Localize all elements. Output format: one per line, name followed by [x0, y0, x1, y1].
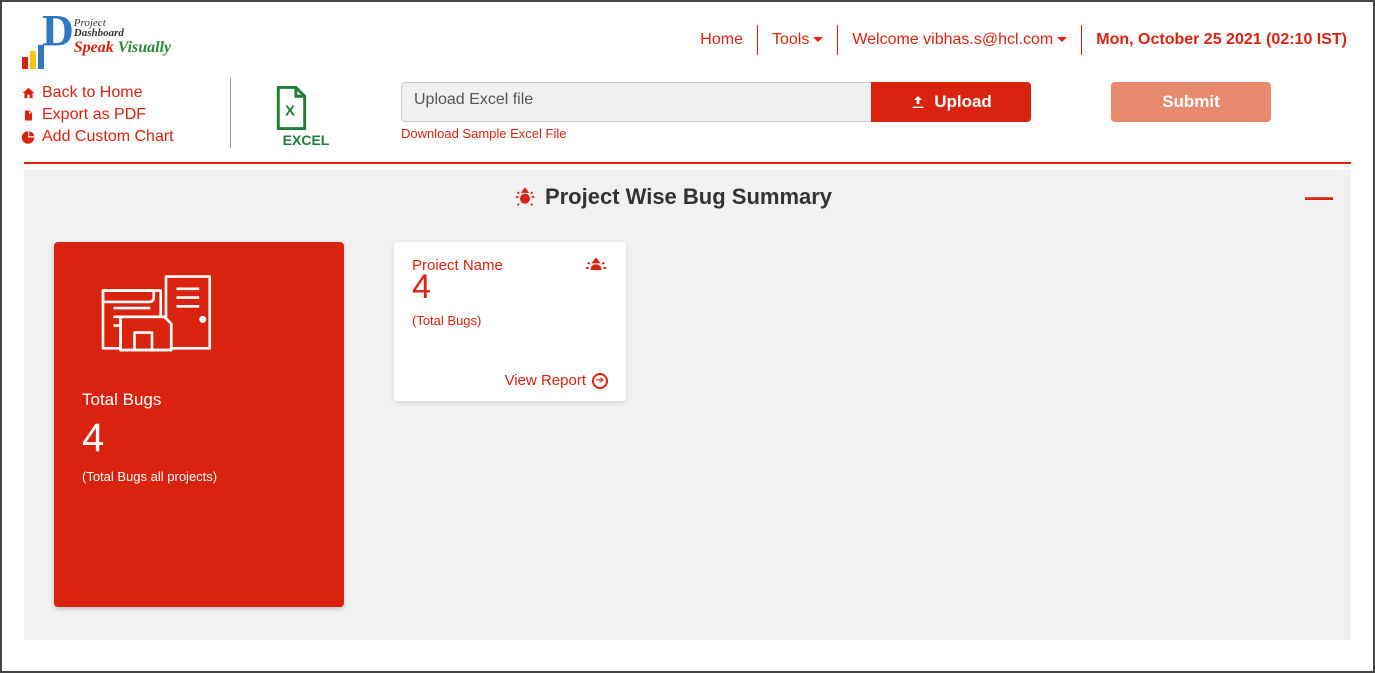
upload-button-label: Upload — [934, 92, 992, 112]
chevron-down-icon — [813, 37, 823, 42]
excel-label: EXCEL — [271, 132, 341, 148]
total-bugs-sub: (Total Bugs all projects) — [82, 469, 316, 484]
total-bugs-card: Total Bugs 4 (Total Bugs all projects) — [54, 242, 344, 607]
logo-tagline: Speak Visually — [74, 39, 171, 57]
total-bugs-value: 4 — [82, 416, 316, 461]
chevron-down-icon — [1057, 37, 1067, 42]
add-chart-link[interactable]: Add Custom Chart — [20, 126, 220, 148]
arrow-right-icon: ➔ — [592, 373, 608, 389]
svg-text:X: X — [285, 103, 295, 119]
back-to-home-label: Back to Home — [42, 84, 142, 102]
export-pdf-label: Export as PDF — [42, 106, 146, 124]
upload-button[interactable]: Upload — [871, 82, 1031, 122]
back-to-home-link[interactable]: Back to Home — [20, 82, 220, 104]
pie-plus-icon — [20, 130, 36, 145]
file-input[interactable]: Upload Excel file — [401, 82, 871, 122]
sidebar-links: Back to Home Export as PDF Add Custom Ch… — [20, 82, 220, 148]
project-bugs-value: 4 — [412, 268, 608, 307]
documents-icon — [82, 270, 316, 360]
logo: D Project Dashboard Speak Visually — [22, 11, 242, 69]
project-card: Project Name 4 (Total Bugs) View Report … — [394, 242, 626, 401]
excel-indicator: X EXCEL — [271, 86, 341, 148]
collapse-button[interactable]: — — [1305, 190, 1333, 204]
add-chart-label: Add Custom Chart — [42, 128, 174, 146]
download-sample-link[interactable]: Download Sample Excel File — [401, 126, 566, 141]
top-nav: Home Tools Welcome vibhas.s@hcl.com Mon,… — [686, 25, 1361, 55]
accent-rule — [24, 162, 1351, 164]
divider — [230, 78, 231, 148]
nav-welcome[interactable]: Welcome vibhas.s@hcl.com — [838, 29, 1081, 51]
view-report-link[interactable]: View Report ➔ — [412, 372, 608, 389]
dashboard-title: Project Wise Bug Summary — [42, 184, 1305, 210]
nav-datetime: Mon, October 25 2021 (02:10 IST) — [1082, 29, 1361, 51]
bug-icon — [584, 258, 608, 270]
upload-box: Upload Excel file Upload Download Sample… — [401, 82, 1031, 143]
export-pdf-link[interactable]: Export as PDF — [20, 104, 220, 126]
nav-home[interactable]: Home — [686, 29, 757, 51]
nav-tools[interactable]: Tools — [758, 29, 837, 51]
upload-icon — [910, 94, 926, 110]
total-bugs-title: Total Bugs — [82, 390, 316, 410]
excel-file-icon: X — [271, 86, 341, 130]
logo-bars-icon — [22, 11, 44, 69]
home-icon — [20, 86, 36, 100]
topbar: D Project Dashboard Speak Visually Home … — [2, 2, 1373, 72]
project-bugs-sub: (Total Bugs) — [412, 313, 608, 328]
bug-icon — [515, 187, 535, 207]
logo-line2: Dashboard — [74, 27, 171, 39]
file-icon — [20, 108, 36, 123]
dashboard-panel: Project Wise Bug Summary — — [24, 170, 1351, 640]
sub-header: Back to Home Export as PDF Add Custom Ch… — [2, 72, 1373, 162]
submit-button[interactable]: Submit — [1111, 82, 1271, 122]
